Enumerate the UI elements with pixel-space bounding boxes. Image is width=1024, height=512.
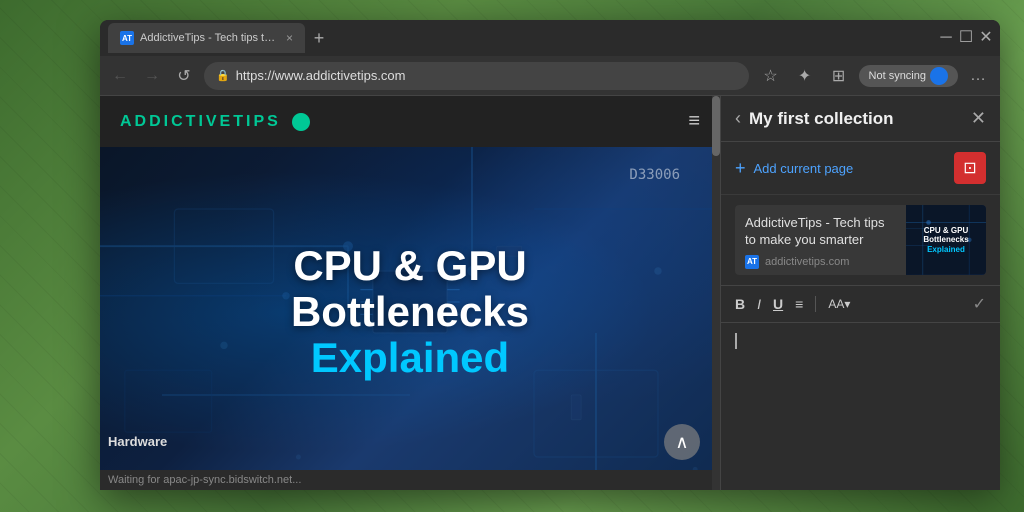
tab-area: AT AddictiveTips - Tech tips to ma… × + [108, 23, 940, 53]
panel-title: My first collection [749, 109, 963, 129]
sync-label: Not syncing [869, 70, 926, 82]
editor-separator [815, 296, 816, 312]
collection-item-thumbnail: CPU & GPU Bottlenecks Explained [906, 205, 986, 275]
url-bar[interactable]: 🔒 https://www.addictivetips.com [204, 62, 749, 90]
sync-button[interactable]: Not syncing [859, 65, 958, 87]
align-button[interactable]: ≡ [795, 296, 803, 312]
item-domain: addictivetips.com [765, 256, 849, 268]
collections-panel: ‹ My first collection ✕ + Add current pa… [720, 96, 1000, 490]
active-tab[interactable]: AT AddictiveTips - Tech tips to ma… × [108, 23, 305, 53]
page-scrollbar[interactable] [712, 96, 720, 490]
sync-avatar [930, 67, 948, 85]
status-text: Waiting for apac-jp-sync.bidswitch.net..… [108, 474, 301, 486]
add-page-row: + Add current page ⊡ [721, 142, 1000, 195]
panel-back-button[interactable]: ‹ [735, 108, 741, 129]
hardware-label: Hardware [100, 432, 175, 451]
title-bar: AT AddictiveTips - Tech tips to ma… × + … [100, 20, 1000, 56]
italic-button[interactable]: I [757, 296, 761, 312]
chip-code-label: D33006 [629, 167, 680, 183]
lock-icon: 🔒 [216, 69, 230, 82]
url-text: https://www.addictivetips.com [236, 68, 406, 83]
status-bar: Waiting for apac-jp-sync.bidswitch.net..… [100, 470, 712, 490]
collection-item-info: AddictiveTips - Tech tips to make you sm… [735, 205, 906, 275]
hero-title-line2: Bottlenecks [291, 289, 529, 335]
new-tab-button[interactable]: + [305, 24, 333, 52]
logo-plus-icon: + [292, 113, 310, 131]
hero-title-line1: CPU & GPU [291, 243, 529, 289]
hero-title-line3: Explained [291, 335, 529, 381]
share-icon: ⊡ [963, 158, 976, 178]
add-current-page-button[interactable]: Add current page [754, 161, 854, 176]
thumb-text: CPU & GPU Bottlenecks Explained [923, 226, 968, 255]
collection-item-title: AddictiveTips - Tech tips to make you sm… [745, 215, 896, 249]
logo-text: ADDICTIVETIPS + [120, 113, 310, 130]
scrollbar-thumb[interactable] [712, 96, 720, 156]
hero-image: CPU & GPU Bottlenecks Explained D33006 H… [100, 147, 720, 477]
reading-list-icon[interactable]: ✦ [791, 62, 819, 90]
hero-text: CPU & GPU Bottlenecks Explained [271, 223, 549, 402]
collection-item[interactable]: AddictiveTips - Tech tips to make you sm… [735, 205, 986, 275]
forward-button[interactable]: → [140, 64, 164, 88]
refresh-button[interactable]: ↺ [172, 64, 196, 88]
collection-item-header: AddictiveTips - Tech tips to make you sm… [735, 205, 986, 275]
address-bar: ← → ↺ 🔒 https://www.addictivetips.com ☆ … [100, 56, 1000, 96]
text-cursor [735, 333, 737, 349]
minimize-button[interactable]: ─ [940, 32, 952, 44]
tab-title: AddictiveTips - Tech tips to ma… [140, 32, 280, 44]
browser-page: ADDICTIVETIPS + ≡ [100, 96, 720, 490]
more-menu-button[interactable]: … [964, 62, 992, 90]
hamburger-menu-button[interactable]: ≡ [688, 110, 700, 133]
panel-close-button[interactable]: ✕ [971, 108, 986, 129]
panel-header: ‹ My first collection ✕ [721, 96, 1000, 142]
content-area: ADDICTIVETIPS + ≡ [100, 96, 1000, 490]
collections-icon[interactable]: ⊞ [825, 62, 853, 90]
back-button[interactable]: ← [108, 64, 132, 88]
add-icon: + [735, 158, 746, 179]
browser-window: AT AddictiveTips - Tech tips to ma… × + … [100, 20, 1000, 490]
maximize-button[interactable]: ☐ [960, 32, 972, 44]
site-logo: ADDICTIVETIPS + [120, 113, 310, 131]
tab-favicon: AT [120, 31, 134, 45]
font-size-button[interactable]: AA▾ [828, 297, 850, 311]
favorites-star-icon[interactable]: ☆ [757, 62, 785, 90]
tab-close-button[interactable]: × [286, 31, 293, 45]
bold-button[interactable]: B [735, 296, 745, 312]
underline-button[interactable]: U [773, 296, 783, 312]
window-controls: ─ ☐ ✕ [940, 32, 992, 44]
notes-area[interactable] [721, 323, 1000, 490]
editor-toolbar: B I U ≡ AA▾ ✓ [721, 285, 1000, 323]
collection-item-meta: AT addictivetips.com [745, 255, 896, 269]
share-button[interactable]: ⊡ [954, 152, 986, 184]
toolbar-icons: ☆ ✦ ⊞ Not syncing … [757, 62, 992, 90]
back-to-top-button[interactable]: ∧ [664, 424, 700, 460]
close-window-button[interactable]: ✕ [980, 32, 992, 44]
site-header: ADDICTIVETIPS + ≡ [100, 96, 720, 147]
item-favicon: AT [745, 255, 759, 269]
confirm-button[interactable]: ✓ [973, 294, 986, 314]
